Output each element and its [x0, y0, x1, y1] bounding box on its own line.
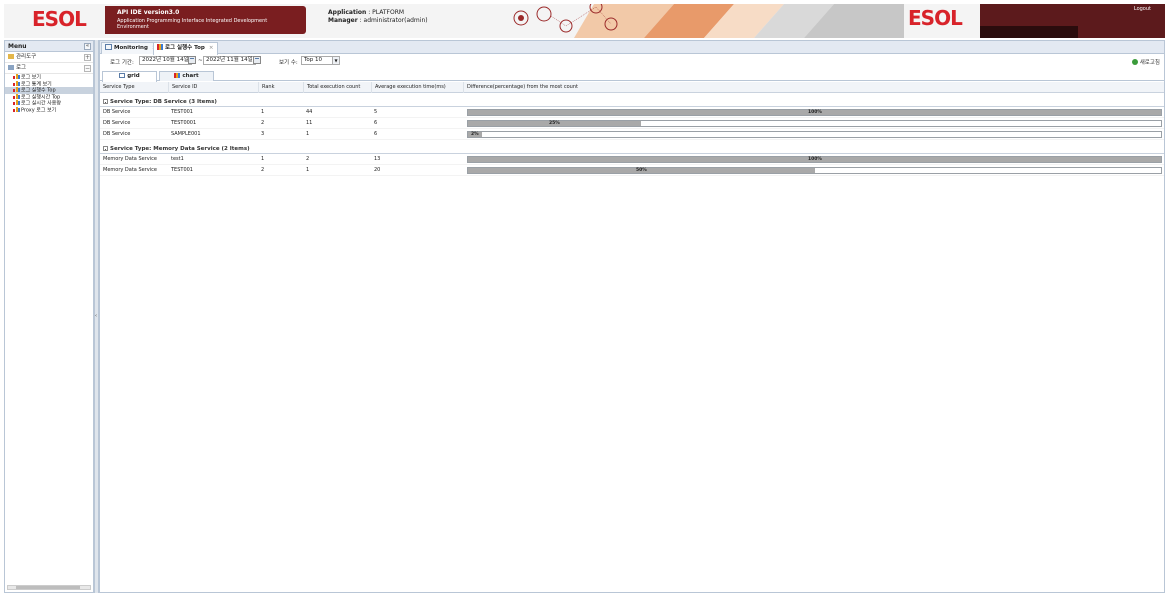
header-decoration: [513, 4, 904, 38]
app-header: ESOL API IDE version3.0 Application Prog…: [4, 4, 1165, 38]
application-value: : PLATFORM: [368, 9, 405, 16]
percentage-label: 100%: [808, 157, 822, 162]
percentage-bar: 25%: [467, 120, 1162, 127]
main-content-panel: Monitoring× 로그 실행수 Top× 로그 기간: 2022년 10월…: [99, 40, 1165, 593]
menu-horizontal-scrollbar[interactable]: [7, 585, 91, 590]
subtab-chart[interactable]: chart: [159, 71, 214, 81]
bar-chart-icon: [13, 80, 20, 86]
column-header-rank[interactable]: Rank: [258, 82, 303, 93]
column-header-service-id[interactable]: Service ID: [168, 82, 258, 93]
app-subtitle: Application Programming Interface Integr…: [117, 18, 268, 30]
group-header-memory-data-service[interactable]: Service Type: Memory Data Service (2 Ite…: [100, 144, 1164, 154]
scrollbar-thumb[interactable]: [16, 586, 80, 589]
header-right-panel: Logout: [980, 4, 1165, 38]
bar-chart-icon: [13, 100, 20, 105]
collapse-group-icon[interactable]: [103, 146, 108, 151]
splitter-arrow-icon[interactable]: ‹: [95, 313, 97, 319]
bar-chart-icon: [13, 87, 20, 92]
group-header-db-service[interactable]: Service Type: DB Service (3 Items): [100, 97, 1164, 107]
calendar-icon[interactable]: [253, 56, 261, 64]
manager-label: Manager: [328, 17, 358, 24]
percentage-label: 25%: [549, 121, 560, 126]
column-header-difference[interactable]: Difference(percentage) from the most cou…: [463, 82, 1164, 93]
bar-chart-icon: [157, 44, 163, 50]
bar-chart-icon: [174, 73, 181, 78]
bar-chart-icon: [13, 74, 20, 79]
application-label: Application: [328, 9, 367, 16]
count-select-value: Top 10: [304, 57, 323, 63]
manager-info: Manager : administrator(admin): [328, 17, 428, 24]
refresh-icon: [1131, 59, 1138, 65]
percentage-label: 50%: [636, 168, 647, 173]
table-row[interactable]: Memory Data Service test1 1 2 13 100%: [100, 154, 1164, 165]
menu-group-label: 관리도구: [16, 54, 37, 60]
subtab-grid[interactable]: grid: [102, 71, 157, 82]
percentage-bar: 100%: [467, 109, 1162, 116]
column-header-service-type[interactable]: Service Type: [100, 82, 168, 93]
folder-icon: [8, 54, 14, 59]
percentage-bar: 50%: [467, 167, 1162, 174]
folder-open-icon: [8, 65, 14, 70]
table-row[interactable]: DB Service TEST001 1 44 5 100%: [100, 107, 1164, 118]
table-row[interactable]: Memory Data Service TEST001 2 1 20 50%: [100, 165, 1164, 176]
count-select[interactable]: Top 10 ▼: [301, 56, 340, 65]
esol-logo-right: ESOL: [908, 6, 963, 30]
menu-item-proxy-log-view[interactable]: Proxy 로그 보기: [5, 106, 93, 113]
column-header-avg-time[interactable]: Average execution time(ms): [371, 82, 463, 93]
expand-icon[interactable]: +: [84, 54, 91, 61]
collapse-icon[interactable]: −: [84, 65, 91, 72]
dropdown-arrow-icon[interactable]: ▼: [332, 57, 339, 64]
logout-link[interactable]: Logout: [1134, 6, 1151, 12]
grid-icon: [105, 44, 112, 50]
table-row[interactable]: DB Service TEST0001 2 11 6 25%: [100, 118, 1164, 129]
app-title: API IDE version3.0: [117, 9, 180, 16]
grid-icon: [119, 73, 126, 78]
table-row[interactable]: DB Service SAMPLE001 3 1 6 2%: [100, 129, 1164, 140]
bar-chart-icon: [13, 106, 20, 112]
menu-items: 로그 보기 로그 통계 보기 로그 실행수 Top 로그 실행시간 Top 로그…: [5, 74, 93, 113]
bar-chart-icon: [13, 93, 20, 99]
date-from-field[interactable]: 2022년 10월 14일: [139, 56, 192, 65]
manager-value: : administrator(admin): [359, 17, 428, 24]
collapse-menu-button[interactable]: «: [84, 43, 91, 50]
refresh-button[interactable]: 새로고침: [1131, 58, 1160, 66]
filter-bar: 로그 기간: 2022년 10월 14일 ~ 2022년 11월 14일 보기 …: [100, 54, 1164, 70]
percentage-bar: 2%: [467, 131, 1162, 138]
count-label: 보기 수:: [279, 60, 298, 66]
menu-title: Menu: [8, 43, 27, 50]
view-subtabs: grid chart: [100, 70, 1164, 82]
app-title-box: API IDE version3.0 Application Programmi…: [105, 6, 306, 34]
grid-header-row: Service Type Service ID Rank Total execu…: [100, 82, 1164, 93]
collapse-group-icon[interactable]: [103, 99, 108, 104]
application-info: Application : PLATFORM: [328, 9, 404, 16]
left-menu-panel: Menu « 관리도구 + 로그 − 로그 보기 로그 통계 보기 로그 실행수…: [4, 40, 94, 593]
percentage-bar: 100%: [467, 156, 1162, 163]
data-grid: Service Type Service ID Rank Total execu…: [100, 82, 1164, 176]
calendar-icon[interactable]: [188, 56, 196, 64]
period-label: 로그 기간:: [110, 60, 134, 66]
tab-bar: Monitoring× 로그 실행수 Top×: [100, 41, 1164, 55]
menu-header: Menu «: [5, 41, 93, 52]
period-separator: ~: [198, 58, 203, 64]
menu-group-label: 로그: [16, 65, 27, 71]
menu-group-admin-tools[interactable]: 관리도구 +: [5, 52, 93, 63]
esol-logo: ESOL: [32, 7, 87, 31]
date-to-field[interactable]: 2022년 11월 14일: [203, 56, 256, 65]
column-header-total-count[interactable]: Total execution count: [303, 82, 371, 93]
tab-close-icon[interactable]: ×: [209, 45, 214, 51]
percentage-label: 100%: [808, 110, 822, 115]
percentage-label: 2%: [471, 132, 479, 137]
menu-group-log[interactable]: 로그 −: [5, 63, 93, 74]
